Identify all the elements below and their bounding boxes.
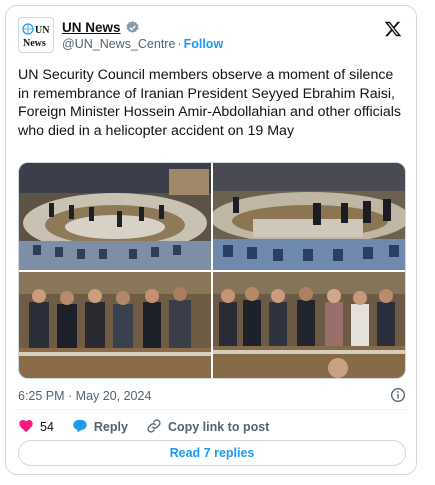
display-name[interactable]: UN News: [62, 20, 121, 35]
tweet-card[interactable]: UN News UN News @UN_News_Centre · Follow U…: [5, 5, 417, 475]
timestamp-row: 6:25 PM · May 20, 2024: [18, 387, 406, 405]
like-button[interactable]: 54: [18, 418, 54, 437]
info-icon[interactable]: [390, 387, 406, 403]
photo-council-chamber-standing[interactable]: [213, 163, 405, 270]
photo-members-standing-right[interactable]: [213, 272, 405, 378]
handle[interactable]: @UN_News_Centre: [62, 37, 175, 51]
divider: [18, 409, 406, 410]
copy-link-button[interactable]: Copy link to post: [146, 418, 269, 437]
verified-badge-icon: [125, 20, 140, 35]
x-logo-icon[interactable]: [384, 20, 402, 38]
likes-count: 54: [40, 420, 54, 434]
reply-button[interactable]: Reply: [72, 418, 128, 437]
tweet-header: UN News UN News @UN_News_Centre · Follow: [18, 17, 406, 57]
svg-text:News: News: [23, 38, 46, 49]
media-grid[interactable]: [18, 162, 406, 379]
read-replies-button[interactable]: Read 7 replies: [18, 440, 406, 466]
photo-members-standing-left[interactable]: [19, 272, 211, 378]
timestamp[interactable]: 6:25 PM · May 20, 2024: [18, 389, 151, 403]
link-icon: [146, 418, 162, 437]
tweet-text: UN Security Council members observe a mo…: [18, 67, 401, 139]
reply-label: Reply: [93, 420, 128, 434]
reply-icon: [72, 418, 88, 437]
svg-text:UN: UN: [35, 25, 50, 36]
avatar[interactable]: UN News: [18, 17, 54, 53]
heart-icon: [18, 418, 34, 437]
follow-button[interactable]: Follow: [184, 37, 224, 51]
action-bar: 54 Reply Copy link to post: [18, 416, 287, 438]
photo-council-chamber-wide[interactable]: [19, 163, 211, 270]
separator: ·: [177, 37, 182, 51]
copy-link-label: Copy link to post: [167, 420, 270, 434]
